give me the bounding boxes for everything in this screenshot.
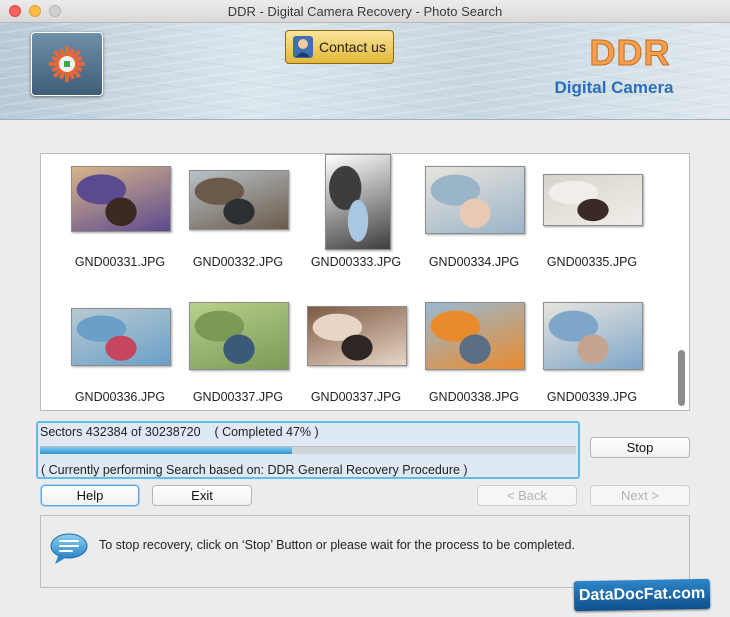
photo-thumbnail[interactable] [325, 154, 391, 250]
progress-bar-fill [40, 447, 292, 454]
info-message: To stop recovery, click on ‘Stop’ Button… [99, 538, 575, 552]
photo-filename: GND00335.JPG [546, 255, 638, 269]
back-button[interactable]: < Back [477, 485, 577, 506]
photo-thumbnail[interactable] [71, 308, 171, 366]
app-logo-icon [49, 46, 85, 82]
panel-scrollbar[interactable] [678, 350, 685, 406]
photo-filename: GND00334.JPG [428, 255, 520, 269]
next-button[interactable]: Next > [590, 485, 690, 506]
watermark-badge: DataDocFat.com [573, 578, 711, 612]
app-logo [31, 32, 103, 96]
stop-button[interactable]: Stop [590, 437, 690, 458]
recovered-photos-panel[interactable]: GND00331.JPG GND00332.JPG GND00333.JPG GND0… [40, 153, 690, 411]
photo-thumbnail[interactable] [189, 302, 289, 370]
support-person-icon [293, 36, 314, 58]
photo-thumbnail[interactable] [425, 302, 525, 370]
photo-thumbnail[interactable] [543, 174, 643, 226]
procedure-status-text: ( Currently performing Search based on: … [41, 463, 468, 477]
photo-thumbnail[interactable] [189, 170, 289, 230]
window-title: DDR - Digital Camera Recovery - Photo Se… [227, 4, 503, 19]
photo-filename: GND00332.JPG [192, 255, 284, 269]
title-bar: DDR - Digital Camera Recovery - Photo Se… [0, 0, 730, 23]
photo-filename: GND00337.JPG [192, 390, 284, 404]
brand-subtitle: Digital Camera [554, 78, 674, 97]
exit-button[interactable]: Exit [152, 485, 252, 506]
info-box: To stop recovery, click on ‘Stop’ Button… [40, 515, 690, 588]
photo-thumbnail[interactable] [71, 166, 171, 232]
photo-filename: GND00338.JPG [428, 390, 520, 404]
contact-us-button[interactable]: Contact us [285, 30, 394, 64]
photo-thumbnail[interactable] [307, 306, 407, 366]
help-button[interactable]: Help [41, 485, 139, 506]
brand-title: DDR [589, 32, 671, 73]
speech-bubble-icon [50, 533, 88, 564]
photo-filename: GND00339.JPG [546, 390, 638, 404]
progress-bar [40, 446, 576, 454]
contact-us-label: Contact us [319, 39, 386, 55]
photo-filename: GND00337.JPG [310, 390, 402, 404]
photo-filename: GND00336.JPG [74, 390, 166, 404]
photo-filename: GND00333.JPG [310, 255, 402, 269]
photo-thumbnail[interactable] [543, 302, 643, 370]
photo-thumbnail[interactable] [425, 166, 525, 234]
sector-status-text: Sectors 432384 of 30238720 ( Completed 4… [40, 425, 319, 439]
photo-filename: GND00331.JPG [74, 255, 166, 269]
progress-box: Sectors 432384 of 30238720 ( Completed 4… [36, 421, 580, 479]
